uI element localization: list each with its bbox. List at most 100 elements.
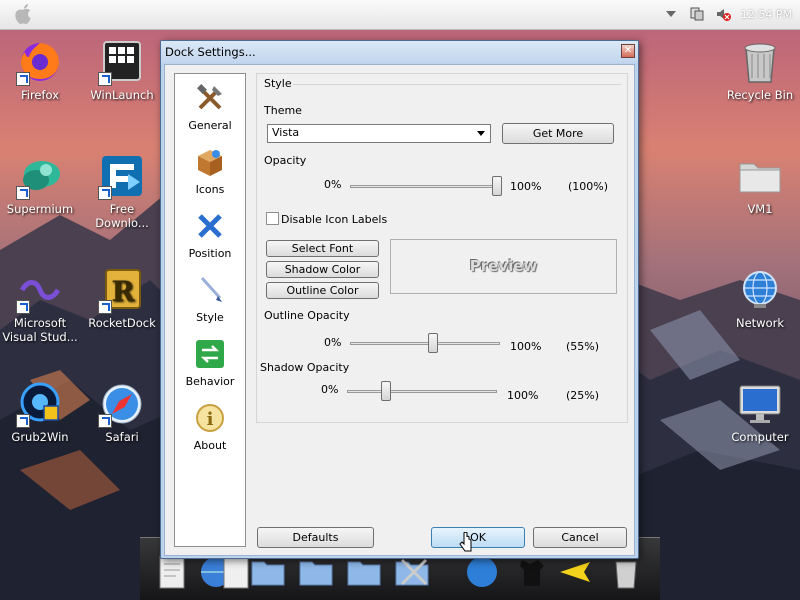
- opacity-slider-track[interactable]: [350, 185, 500, 188]
- svg-text:R: R: [111, 275, 135, 308]
- icon-label: VM1: [747, 202, 773, 216]
- menu-bar: 12:54 PM: [0, 0, 800, 30]
- shadow-opacity-value: (25%): [566, 389, 600, 402]
- icon-label: Computer: [731, 430, 789, 444]
- apple-icon[interactable]: [12, 3, 34, 27]
- icon-label: Free Downlo...: [95, 202, 149, 230]
- tools-icon: [197, 84, 222, 110]
- sidebar-item-label: Style: [196, 311, 224, 324]
- shadow-opacity-slider-thumb[interactable]: [381, 381, 391, 401]
- brush-icon: [200, 276, 222, 302]
- shadow-opacity-slider-track[interactable]: [347, 390, 497, 393]
- outline-opacity-label: Outline Opacity: [264, 309, 350, 322]
- chevron-down-icon[interactable]: [663, 6, 679, 22]
- desktop-icon-visual-studio[interactable]: Microsoft Visual Stud...: [2, 266, 78, 344]
- shortcut-arrow-icon: [16, 186, 30, 200]
- shortcut-arrow-icon: [16, 414, 30, 428]
- opacity-value: (100%): [568, 180, 609, 193]
- info-icon: i: [196, 404, 224, 432]
- svg-text:i: i: [207, 409, 214, 430]
- outline-opacity-min-label: 0%: [324, 336, 342, 349]
- theme-select-value: Vista: [272, 126, 300, 139]
- get-more-button[interactable]: Get More: [502, 123, 614, 144]
- shortcut-arrow-icon: [98, 414, 112, 428]
- opacity-label: Opacity: [264, 154, 307, 167]
- shortcut-arrow-icon: [98, 72, 112, 86]
- theme-select[interactable]: Vista: [267, 124, 491, 143]
- dialog-titlebar[interactable]: Dock Settings... ✕: [161, 41, 638, 63]
- mouse-cursor-icon: [459, 532, 472, 552]
- sidebar-item-general[interactable]: General: [175, 82, 245, 132]
- shortcut-arrow-icon: [98, 186, 112, 200]
- icon-label: Supermium: [6, 202, 74, 216]
- clock[interactable]: 12:54 PM: [741, 8, 792, 21]
- sidebar-item-label: About: [193, 439, 227, 452]
- chevron-down-icon: [477, 131, 485, 136]
- icon-label: Firefox: [20, 88, 60, 102]
- dock-settings-dialog: Dock Settings... ✕ General Icons Positio…: [160, 40, 639, 559]
- theme-label: Theme: [264, 104, 302, 117]
- volume-muted-icon[interactable]: [715, 6, 731, 22]
- ok-button[interactable]: OK: [431, 527, 525, 548]
- shadow-color-button[interactable]: Shadow Color: [266, 261, 379, 278]
- outline-opacity-slider-thumb[interactable]: [428, 333, 438, 353]
- shadow-opacity-min-label: 0%: [321, 383, 339, 396]
- opacity-min-label: 0%: [324, 178, 342, 191]
- opacity-max-label: 100%: [510, 180, 542, 193]
- label-preview-box: Preview: [390, 239, 617, 294]
- defaults-button[interactable]: Defaults: [257, 527, 374, 548]
- box-icon: [198, 150, 222, 176]
- shadow-opacity-max-label: 100%: [507, 389, 539, 402]
- disable-icon-labels-checkbox[interactable]: [266, 212, 279, 225]
- style-group-title: Style: [264, 77, 292, 90]
- computer-icon: [739, 385, 781, 423]
- desktop-icon-firefox[interactable]: Firefox: [2, 38, 78, 102]
- icon-label: Recycle Bin: [726, 88, 794, 102]
- network-status-icon[interactable]: [689, 6, 705, 22]
- dialog-title: Dock Settings...: [165, 45, 256, 59]
- icon-label: WinLaunch: [90, 88, 154, 102]
- desktop-icon-winlaunch[interactable]: WinLaunch: [84, 38, 160, 102]
- outline-color-button[interactable]: Outline Color: [266, 282, 379, 299]
- shortcut-arrow-icon: [16, 300, 30, 314]
- sidebar-item-position[interactable]: Position: [175, 210, 245, 260]
- icon-label: Safari: [105, 430, 139, 444]
- icon-label: Network: [735, 316, 785, 330]
- sidebar-item-icons[interactable]: Icons: [175, 146, 245, 196]
- icon-label: Microsoft Visual Stud...: [2, 316, 78, 344]
- sidebar-item-style[interactable]: Style: [175, 274, 245, 324]
- network-globe-icon: [743, 271, 777, 308]
- disable-icon-labels-label[interactable]: Disable Icon Labels: [281, 213, 387, 226]
- desktop-icon-network[interactable]: Network: [722, 266, 798, 330]
- desktop-icon-rocketdock[interactable]: R RocketDock: [84, 266, 160, 330]
- desktop-icon-vm1[interactable]: VM1: [722, 152, 798, 216]
- outline-opacity-slider-track[interactable]: [350, 342, 500, 345]
- icon-label: RocketDock: [88, 316, 156, 330]
- shadow-opacity-label: Shadow Opacity: [260, 361, 350, 374]
- recycle-bin-icon: [744, 43, 776, 83]
- sidebar-item-label: Icons: [195, 183, 225, 196]
- dialog-client-area: General Icons Position Style Behavior i …: [164, 64, 635, 556]
- opacity-slider-thumb[interactable]: [492, 176, 502, 196]
- folder-icon: [739, 163, 781, 193]
- style-settings-panel: Style Theme Vista Get More Opacity 0% 10…: [256, 73, 628, 423]
- desktop-icon-grub2win[interactable]: Grub2Win: [2, 380, 78, 444]
- preview-text: Preview: [469, 257, 538, 275]
- sidebar-item-label: Behavior: [185, 375, 235, 388]
- sidebar-item-about[interactable]: i About: [175, 402, 245, 452]
- desktop-icon-free-download[interactable]: Free Downlo...: [84, 152, 160, 230]
- shortcut-arrow-icon: [16, 72, 30, 86]
- settings-sidebar: General Icons Position Style Behavior i …: [174, 73, 246, 547]
- cancel-button[interactable]: Cancel: [533, 527, 627, 548]
- desktop-icon-safari[interactable]: Safari: [84, 380, 160, 444]
- position-arrows-icon: [198, 214, 222, 238]
- outline-opacity-max-label: 100%: [510, 340, 542, 353]
- sidebar-item-behavior[interactable]: Behavior: [175, 338, 245, 388]
- desktop-icon-supermium[interactable]: Supermium: [2, 152, 78, 216]
- shortcut-arrow-icon: [98, 300, 112, 314]
- select-font-button[interactable]: Select Font: [266, 240, 379, 257]
- close-button[interactable]: ✕: [621, 44, 635, 58]
- desktop-icon-recycle-bin[interactable]: Recycle Bin: [722, 38, 798, 102]
- sidebar-item-label: Position: [188, 247, 232, 260]
- desktop-icon-computer[interactable]: Computer: [722, 380, 798, 444]
